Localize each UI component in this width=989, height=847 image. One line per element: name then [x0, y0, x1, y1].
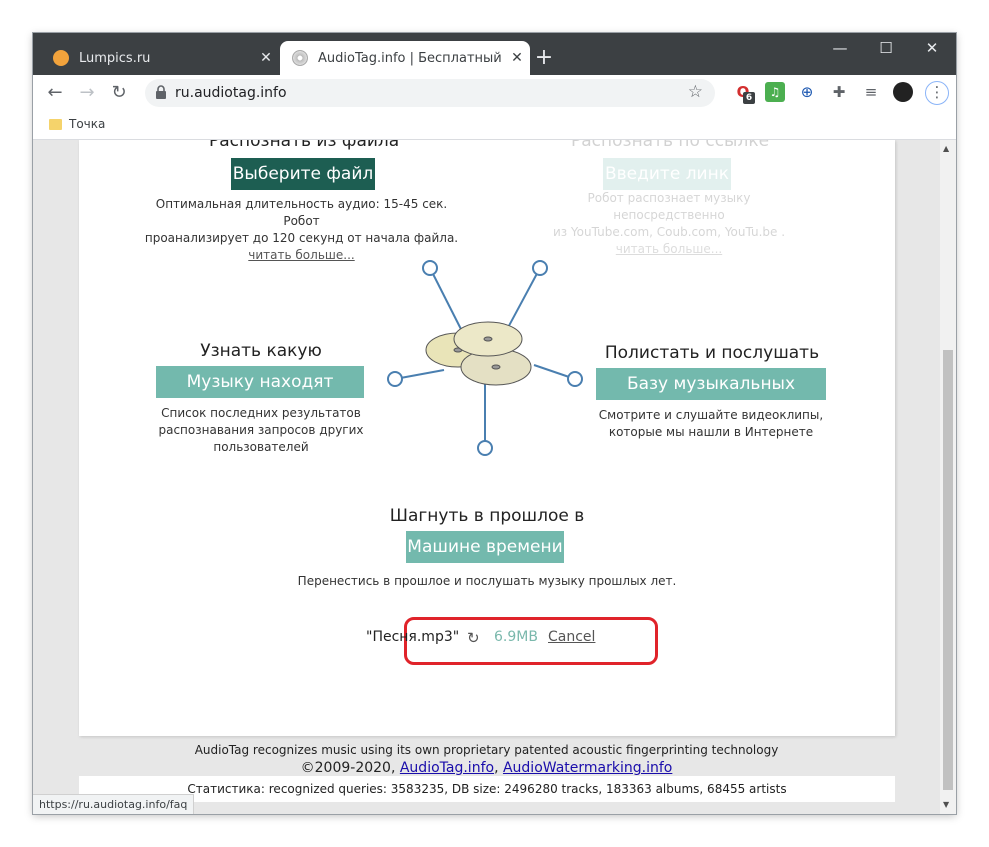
loading-spinner-icon: ↻	[467, 629, 480, 647]
folder-icon	[49, 119, 62, 130]
choose-file-button[interactable]: Выберите файл	[231, 158, 375, 190]
lumpics-favicon-icon	[53, 50, 69, 66]
url-text: ru.audiotag.info	[175, 85, 287, 101]
others-heading: Узнать какую	[200, 341, 322, 361]
browser-toolbar: ← → ↻ ru.audiotag.info ☆ O 6 ♫ ⊕ ✚ ≡ ⋮	[33, 75, 956, 111]
media-control-icon[interactable]: ≡	[861, 82, 881, 102]
upload-size: 6.9MB	[494, 629, 538, 645]
time-machine-button[interactable]: Машине времени	[406, 531, 564, 563]
tab-label: Lumpics.ru	[79, 50, 151, 66]
title-bar: Lumpics.ru ✕ AudioTag.info | Бесплатный …	[33, 33, 956, 75]
cancel-upload-link[interactable]: Cancel	[548, 629, 595, 645]
page-content: Распознать из файла Выберите файл Оптима…	[79, 140, 895, 736]
page-viewport: Распознать из файла Выберите файл Оптима…	[33, 140, 940, 814]
globe-extension-icon[interactable]: ⊕	[797, 82, 817, 102]
profile-avatar[interactable]	[893, 82, 913, 102]
scrollbar-thumb[interactable]	[943, 350, 953, 790]
link-status-bar: https://ru.audiotag.info/faq	[33, 794, 195, 814]
footer-tagline: AudioTag recognizes music using its own …	[194, 743, 779, 757]
clips-database-button[interactable]: Базу музыкальных клипов	[596, 368, 826, 426]
lock-icon	[156, 85, 166, 99]
clips-desc: Смотрите и слушайте видеоклипы, которые …	[598, 408, 824, 439]
reload-icon[interactable]: ↻	[107, 81, 131, 105]
time-machine-heading: Шагнуть в прошлое в	[389, 506, 585, 526]
vertical-scrollbar[interactable]: ▲ ▼	[940, 140, 956, 814]
tab-lumpics[interactable]: Lumpics.ru ✕	[41, 41, 279, 75]
others-music-button[interactable]: Музыку находят другие	[156, 366, 364, 424]
bookmarks-bar: Точка	[33, 111, 956, 140]
extension-badge: 6	[743, 92, 755, 104]
from-link-desc: Робот распознает музыку непосредственно …	[534, 190, 804, 258]
discs-network-illustration	[387, 260, 583, 456]
new-tab-button[interactable]: +	[533, 47, 555, 69]
audiotag-link[interactable]: AudioTag.info	[400, 760, 494, 776]
browser-window: Lumpics.ru ✕ AudioTag.info | Бесплатный …	[33, 33, 956, 814]
upload-filename: "Песня.mp3"	[366, 629, 460, 645]
scroll-down-icon[interactable]: ▼	[943, 800, 949, 809]
tab-audiotag[interactable]: AudioTag.info | Бесплатный роб ✕	[280, 41, 530, 75]
from-file-heading: Распознать из файла	[209, 140, 400, 151]
enter-link-button[interactable]: Введите линк	[603, 158, 731, 190]
time-machine-desc: Перенестись в прошлое и послушать музыку…	[297, 574, 677, 588]
close-tab-icon[interactable]: ✕	[504, 50, 530, 66]
audiotag-favicon-icon	[292, 50, 308, 66]
bookmark-tochka[interactable]: Точка	[69, 117, 105, 131]
minimize-button[interactable]: —	[817, 39, 863, 57]
from-file-desc: Оптимальная длительность аудио: 15-45 се…	[139, 196, 464, 264]
audiowatermarking-link[interactable]: AudioWatermarking.info	[503, 760, 672, 776]
others-desc: Список последних результатов распознаван…	[158, 406, 364, 454]
address-bar[interactable]: ru.audiotag.info ☆	[145, 79, 715, 107]
back-arrow-icon[interactable]: ←	[43, 81, 67, 105]
from-link-heading: Распознать по ссылке	[571, 140, 770, 151]
forward-arrow-icon[interactable]: →	[75, 81, 99, 105]
close-window-button[interactable]: ✕	[909, 39, 955, 57]
opera-extension-icon[interactable]: O 6	[733, 82, 755, 104]
close-tab-icon[interactable]: ✕	[253, 50, 279, 66]
menu-kebab-icon[interactable]: ⋮	[925, 81, 949, 105]
scroll-up-icon[interactable]: ▲	[943, 144, 949, 153]
footer-copyright: ©2009-2020, AudioTag.info, AudioWatermar…	[300, 760, 673, 776]
bookmark-star-icon[interactable]: ☆	[688, 82, 703, 102]
puzzle-icon[interactable]: ✚	[829, 82, 849, 102]
maximize-button[interactable]: ☐	[863, 39, 909, 57]
clips-heading: Полистать и послушать	[604, 343, 820, 363]
music-extension-icon[interactable]: ♫	[765, 82, 785, 102]
tab-label: AudioTag.info | Бесплатный роб	[318, 50, 504, 66]
statistics-bar: Статистика: recognized queries: 3583235,…	[79, 776, 895, 802]
